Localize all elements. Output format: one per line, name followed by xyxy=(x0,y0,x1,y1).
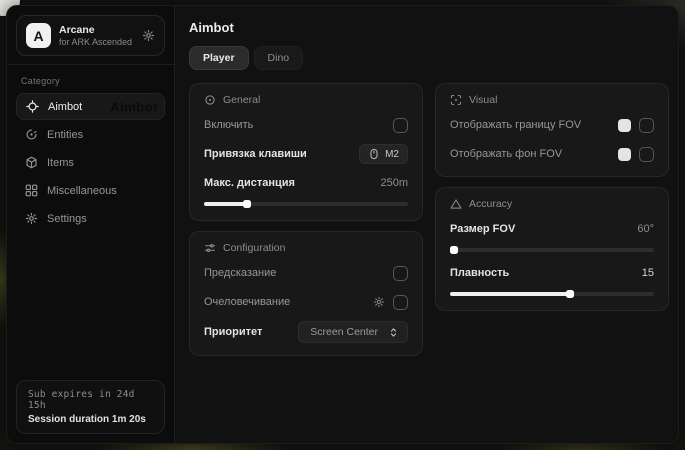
keybind-label: Привязка клавиши xyxy=(204,148,307,160)
enable-checkbox[interactable] xyxy=(393,118,408,133)
prediction-label: Предсказание xyxy=(204,267,276,279)
category-label: Category xyxy=(7,65,174,91)
panel-title: Accuracy xyxy=(469,198,512,210)
sidebar-item-aimbot[interactable]: Aimbot Aimbot xyxy=(16,93,165,120)
sidebar-item-label: Aimbot xyxy=(48,101,82,113)
panel-title: General xyxy=(223,94,260,106)
target-icon xyxy=(204,94,216,106)
fov-border-checkbox[interactable] xyxy=(639,118,654,133)
fov-size-label: Размер FOV xyxy=(450,223,515,235)
app-subtitle: for ARK Ascended xyxy=(59,37,132,47)
main-content: Aimbot Player Dino General xyxy=(175,6,679,443)
fov-size-slider[interactable] xyxy=(450,246,654,254)
priority-value: Screen Center xyxy=(310,326,378,338)
sidebar-item-entities[interactable]: Entities xyxy=(16,121,165,148)
fov-background-label: Отображать фон FOV xyxy=(450,148,562,160)
smoothness-slider[interactable] xyxy=(450,290,654,298)
gear-icon[interactable] xyxy=(142,29,155,42)
keybind-button[interactable]: M2 xyxy=(359,144,408,164)
sidebar-item-items[interactable]: Items xyxy=(16,149,165,176)
panel-general: General Включить Привязка клавиши xyxy=(189,83,423,221)
arcane-menu-window: A Arcane for ARK Ascended Category xyxy=(6,5,679,444)
prediction-checkbox[interactable] xyxy=(393,266,408,281)
priority-label: Приоритет xyxy=(204,326,262,338)
fov-background-color-swatch[interactable] xyxy=(618,148,631,161)
fov-border-color-swatch[interactable] xyxy=(618,119,631,132)
sidebar-item-label: Items xyxy=(47,157,74,169)
tab-dino[interactable]: Dino xyxy=(254,46,304,70)
sidebar-item-settings[interactable]: Settings xyxy=(16,205,165,232)
sub-expires-text: Sub expires in 24d 15h xyxy=(28,389,153,411)
sidebar: A Arcane for ARK Ascended Category xyxy=(7,6,175,443)
panel-title: Visual xyxy=(469,94,497,106)
humanization-label: Очеловечивание xyxy=(204,296,290,308)
page-title: Aimbot xyxy=(189,20,669,35)
gear-icon xyxy=(25,212,38,225)
app-logo: A xyxy=(26,23,51,48)
tab-player[interactable]: Player xyxy=(189,46,249,70)
panel-configuration: Configuration Предсказание Очеловечивани… xyxy=(189,231,423,356)
slider-thumb[interactable] xyxy=(566,290,574,298)
sidebar-menu: Aimbot Aimbot Entities Items xyxy=(7,91,174,234)
frame-icon xyxy=(450,94,462,106)
keybind-value: M2 xyxy=(385,149,399,160)
fov-border-label: Отображать границу FOV xyxy=(450,119,581,131)
sidebar-item-miscellaneous[interactable]: Miscellaneous xyxy=(16,177,165,204)
chevron-up-down-icon xyxy=(388,327,399,338)
box-icon xyxy=(25,156,38,169)
grid-icon xyxy=(25,184,38,197)
max-distance-label: Макс. дистанция xyxy=(204,177,295,189)
session-duration-text: Session duration 1m 20s xyxy=(28,414,153,425)
logo-card: A Arcane for ARK Ascended xyxy=(16,15,165,56)
fov-size-value: 60° xyxy=(637,223,654,235)
smoothness-label: Плавность xyxy=(450,267,509,279)
enable-label: Включить xyxy=(204,119,253,131)
sidebar-item-label: Settings xyxy=(47,213,87,225)
smoothness-value: 15 xyxy=(642,267,654,279)
fov-background-checkbox[interactable] xyxy=(639,147,654,162)
max-distance-value: 250m xyxy=(380,177,408,189)
priority-select[interactable]: Screen Center xyxy=(298,321,408,343)
humanization-checkbox[interactable] xyxy=(393,295,408,310)
subscription-card: Sub expires in 24d 15h Session duration … xyxy=(16,380,165,434)
tab-bar: Player Dino xyxy=(189,46,669,70)
app-name: Arcane xyxy=(59,24,132,36)
sidebar-item-label: Entities xyxy=(47,129,83,141)
panel-accuracy: Accuracy Размер FOV 60° Плавность 15 xyxy=(435,187,669,311)
triangle-icon xyxy=(450,198,462,210)
crosshair-icon xyxy=(26,100,39,113)
slider-thumb[interactable] xyxy=(450,246,458,254)
panel-visual: Visual Отображать границу FOV Отображать… xyxy=(435,83,669,177)
panel-title: Configuration xyxy=(223,242,285,254)
tune-icon xyxy=(204,242,216,254)
humanization-settings-gear-icon[interactable] xyxy=(373,296,385,308)
sidebar-item-label: Miscellaneous xyxy=(47,185,117,197)
entities-icon xyxy=(25,128,38,141)
slider-thumb[interactable] xyxy=(243,200,251,208)
sidebar-header: A Arcane for ARK Ascended xyxy=(7,6,174,65)
max-distance-slider[interactable] xyxy=(204,200,408,208)
mouse-icon xyxy=(368,148,380,160)
aimbot-watermark: Aimbot xyxy=(110,99,158,114)
